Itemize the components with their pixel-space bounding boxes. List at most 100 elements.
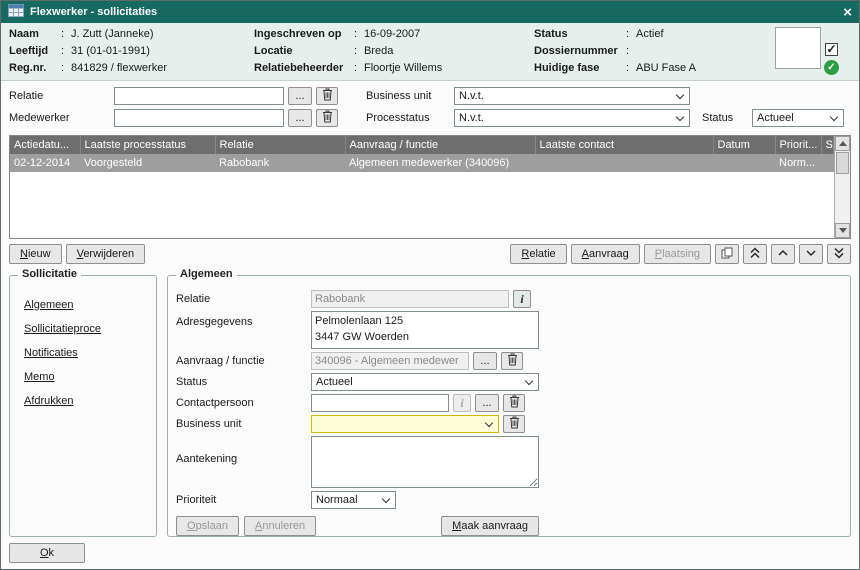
contactpersoon-browse-button[interactable]: ... — [475, 394, 499, 412]
aanvraag-functie-field[interactable] — [311, 352, 469, 370]
selected-value: Actueel — [316, 376, 353, 388]
column-header-datum[interactable]: Datum — [713, 136, 775, 154]
nav-item-memo[interactable]: Memo — [24, 371, 142, 383]
ok-button[interactable]: Ok — [9, 543, 85, 563]
adresgegevens-label: Adresgegevens — [176, 311, 311, 331]
info-label: Locatie — [254, 43, 354, 60]
vertical-scrollbar[interactable] — [834, 136, 850, 238]
contactpersoon-clear-button[interactable] — [503, 394, 525, 412]
relatie-clear-button[interactable] — [316, 87, 338, 105]
status-filter-select[interactable]: Actueel — [752, 109, 844, 127]
chevron-down-icon — [830, 113, 838, 121]
selected-value: Actueel — [757, 112, 794, 124]
nav-item-sollicitatieprocedure[interactable]: Sollicitatieproce — [24, 323, 142, 335]
triangle-down-icon — [839, 228, 847, 233]
info-value — [636, 43, 775, 60]
cell-aanvraag: Algemeen medewerker (340096) — [345, 154, 535, 172]
relatie-button[interactable]: Relatie — [510, 244, 566, 264]
business-unit-select[interactable] — [311, 415, 499, 433]
maak-aanvraag-button[interactable]: Maak aanvraag — [441, 516, 539, 536]
contactpersoon-label: Contactpersoon — [176, 394, 311, 412]
prioriteit-label: Prioriteit — [176, 491, 311, 509]
prioriteit-select[interactable]: Normaal — [311, 491, 396, 509]
button-label: Nieuw — [20, 248, 51, 260]
button-label: Aanvraag — [582, 248, 629, 260]
open-detail-button[interactable] — [715, 244, 739, 264]
table-row[interactable]: 02-12-2014 Voorgesteld Rabobank Algemeen… — [10, 154, 834, 172]
column-header-s[interactable]: S — [821, 136, 834, 154]
column-header-actiedatum[interactable]: Actiedatu... — [10, 136, 80, 154]
colon: : — [354, 26, 364, 43]
cell-relatie: Rabobank — [215, 154, 345, 172]
flag-checkbox[interactable]: ✓ — [825, 43, 838, 56]
scroll-down-arrow[interactable] — [835, 223, 850, 238]
column-header-aanvraag[interactable]: Aanvraag / functie — [345, 136, 535, 154]
colon: : — [61, 43, 71, 60]
aanvraag-button[interactable]: Aanvraag — [571, 244, 640, 264]
scrollbar-thumb[interactable] — [836, 152, 849, 174]
scroll-up-arrow[interactable] — [835, 136, 850, 151]
medewerker-filter-label: Medewerker — [9, 109, 114, 127]
selected-value: N.v.t. — [459, 90, 484, 102]
close-icon[interactable]: × — [843, 5, 852, 20]
button-label: Annuleren — [255, 520, 305, 532]
business-unit-filter-select[interactable]: N.v.t. — [454, 87, 690, 105]
button-label: Ok — [40, 547, 54, 559]
cell-datum — [713, 154, 775, 172]
ellipsis-label: ... — [295, 112, 304, 124]
business-unit-clear-button[interactable] — [503, 415, 525, 433]
info-label: Naam — [9, 26, 61, 43]
scroll-down-button[interactable] — [799, 244, 823, 264]
column-header-laatste-contact[interactable]: Laatste contact — [535, 136, 713, 154]
scroll-bottom-button[interactable] — [827, 244, 851, 264]
ellipsis-label: ... — [482, 397, 491, 409]
contactpersoon-info-button[interactable]: i — [453, 394, 471, 412]
medewerker-browse-button[interactable]: ... — [288, 109, 312, 127]
action-bar: Nieuw Verwijderen Relatie Aanvraag Plaat… — [1, 239, 859, 269]
aantekening-field[interactable] — [311, 436, 539, 488]
info-value: Breda — [364, 43, 534, 60]
info-right-icons: ✓ ✓ — [775, 27, 853, 76]
button-label: Plaatsing — [655, 248, 700, 260]
status-select[interactable]: Actueel — [311, 373, 539, 391]
info-column-2: Ingeschreven op:16-09-2007 Locatie:Breda… — [254, 27, 534, 76]
titlebar: Flexwerker - sollicitaties × — [1, 1, 859, 23]
column-header-prioriteit[interactable]: Priorit... — [775, 136, 821, 154]
chevron-down-icon — [805, 247, 817, 262]
trash-icon — [507, 353, 518, 369]
aanvraag-browse-button[interactable]: ... — [473, 352, 497, 370]
cell-s — [821, 154, 834, 172]
relatie-filter-input[interactable] — [114, 87, 284, 105]
filter-row-2: Medewerker ... Processtatus N.v.t. Statu… — [9, 109, 851, 127]
button-label: Verwijderen — [77, 248, 134, 260]
column-header-relatie[interactable]: Relatie — [215, 136, 345, 154]
processtatus-filter-select[interactable]: N.v.t. — [454, 109, 690, 127]
nieuw-button[interactable]: Nieuw — [9, 244, 62, 264]
app-icon — [8, 4, 24, 20]
scroll-up-button[interactable] — [771, 244, 795, 264]
colon: : — [61, 26, 71, 43]
relatie-field[interactable] — [311, 290, 509, 308]
aanvraag-clear-button[interactable] — [501, 352, 523, 370]
nav-item-notificaties[interactable]: Notificaties — [24, 347, 142, 359]
contactpersoon-field[interactable] — [311, 394, 449, 412]
nav-item-algemeen[interactable]: Algemeen — [24, 299, 142, 311]
column-header-processtatus[interactable]: Laatste processtatus — [80, 136, 215, 154]
trash-icon — [322, 88, 333, 104]
info-column-3: Status:Actief Dossiernummer: Huidige fas… — [534, 27, 775, 76]
colon: : — [626, 26, 636, 43]
medewerker-clear-button[interactable] — [316, 109, 338, 127]
relatie-browse-button[interactable]: ... — [288, 87, 312, 105]
nav-item-afdrukken[interactable]: Afdrukken — [24, 395, 142, 407]
algemeen-form-group: Algemeen Relatie i Adresgegevens Pelmole… — [167, 275, 851, 537]
business-unit-label: Business unit — [176, 415, 311, 433]
scroll-top-button[interactable] — [743, 244, 767, 264]
medewerker-filter-input[interactable] — [114, 109, 284, 127]
sollicitaties-grid: Actiedatu... Laatste processtatus Relati… — [9, 135, 851, 239]
annuleren-button[interactable]: Annuleren — [244, 516, 316, 536]
plaatsing-button[interactable]: Plaatsing — [644, 244, 711, 264]
relatie-info-button[interactable]: i — [513, 290, 531, 308]
info-label: Ingeschreven op — [254, 26, 354, 43]
opslaan-button[interactable]: Opslaan — [176, 516, 239, 536]
verwijderen-button[interactable]: Verwijderen — [66, 244, 145, 264]
